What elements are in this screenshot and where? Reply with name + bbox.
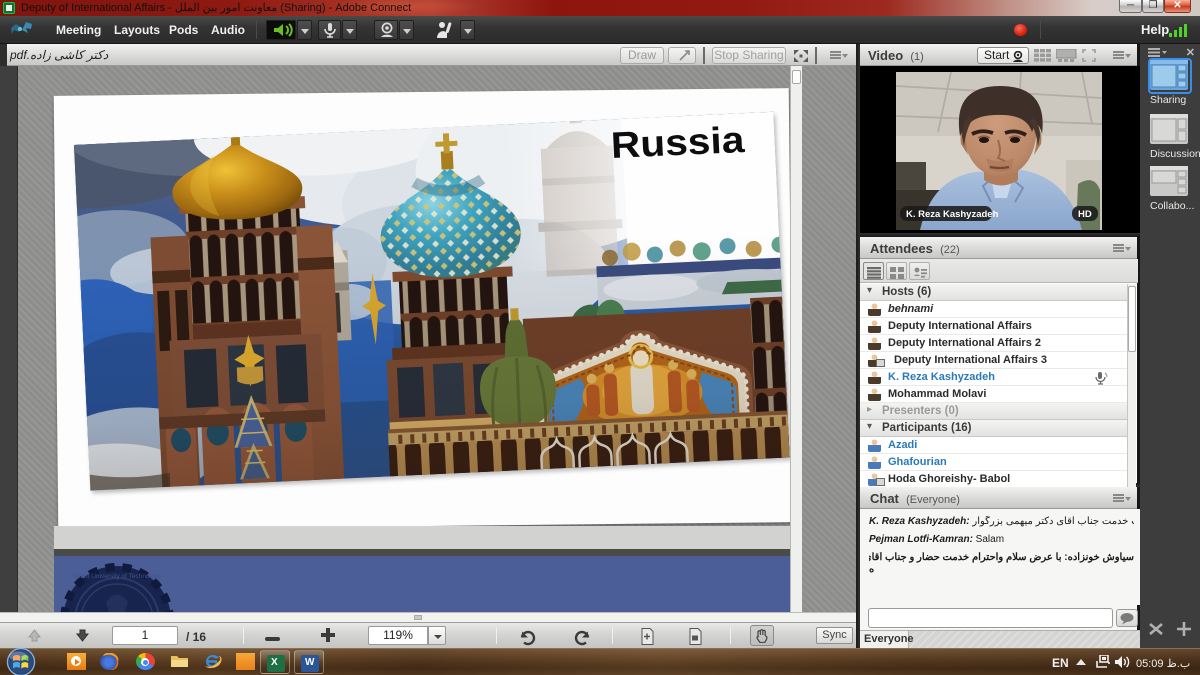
svg-text:Sharif University of Technolog: Sharif University of Technology [72,573,162,580]
svg-text:HD: HD [1078,209,1092,220]
svg-text:K. Reza Kashyzadeh: K. Reza Kashyzadeh [906,209,999,220]
